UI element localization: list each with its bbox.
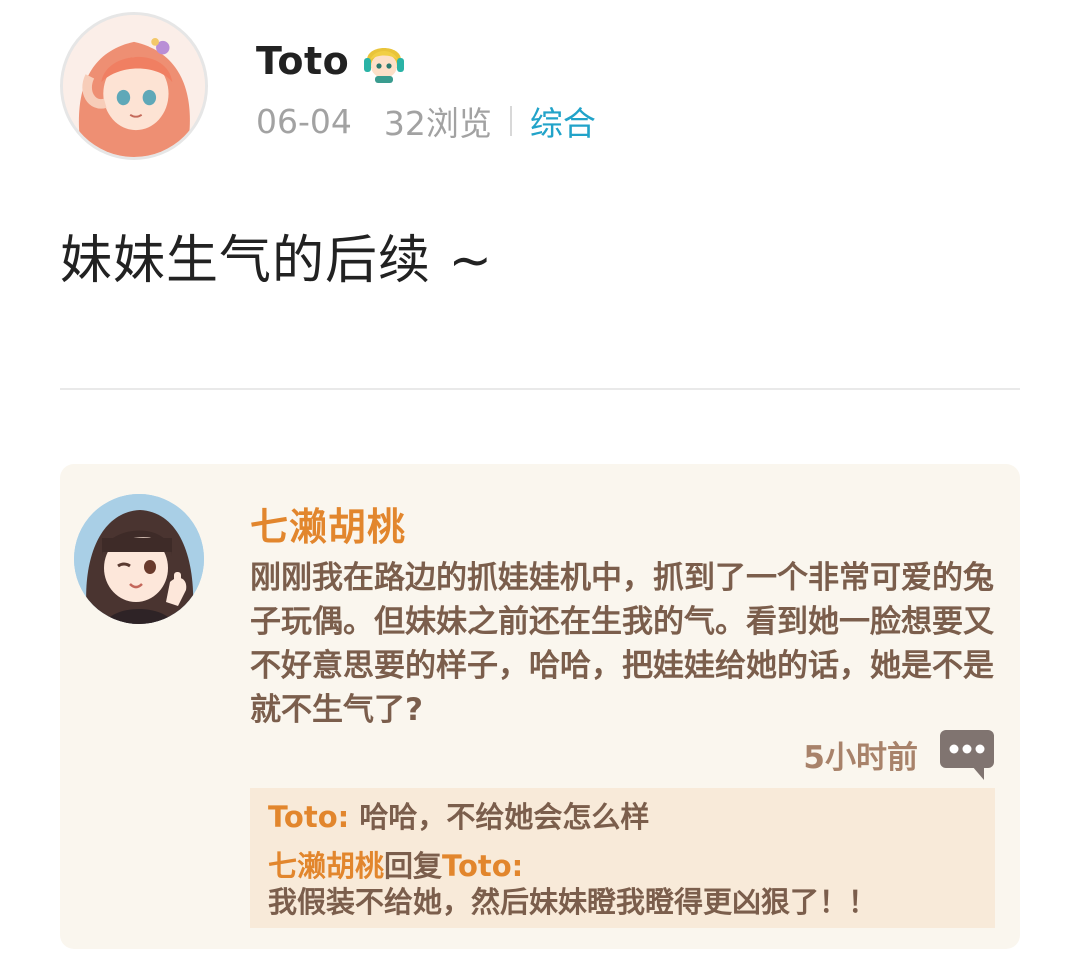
reply-text: 我假装不给她，然后妹妹瞪我瞪得更凶狠了！！: [268, 885, 878, 919]
author-row: Toto: [256, 36, 407, 86]
reply-box: Toto: 哈哈，不给她会怎么样 七濑胡桃回复Toto: 我假装不给她，然后妹妹瞪…: [250, 788, 995, 928]
post-date: 06-04: [256, 101, 352, 141]
reply-author: Toto:: [268, 800, 350, 834]
section-divider: [60, 388, 1020, 390]
post-title: 妹妹生气的后续 ~: [60, 231, 494, 291]
anime-girl-avatar-icon: [63, 15, 205, 157]
post-meta: 06-04 32浏览 综合: [256, 98, 596, 144]
reply-item: Toto: 哈哈，不给她会怎么样: [268, 794, 649, 836]
reply-item: 七濑胡桃回复Toto: 我假装不给她，然后妹妹瞪我瞪得更凶狠了！！: [268, 848, 877, 920]
reply-target: Toto:: [442, 849, 524, 883]
card-timestamp: 5小时前: [803, 740, 918, 776]
view-count: 32浏览: [383, 104, 492, 143]
author-avatar[interactable]: [60, 12, 208, 160]
reply-verb: 回复: [384, 849, 443, 883]
reply-text: 哈哈，不给她会怎么样: [349, 800, 650, 834]
card-username: 七濑胡桃: [250, 505, 407, 549]
card-message: 刚刚我在路边的抓娃娃机中，抓到了一个非常可爱的兔子玩偶。但妹妹之前还在生我的气。…: [250, 560, 994, 728]
author-name[interactable]: Toto: [256, 39, 349, 83]
comment-bubble-icon: [938, 728, 996, 782]
meta-divider: [509, 106, 512, 136]
chibi-character-badge-icon: [361, 38, 407, 84]
reply-author: 七濑胡桃: [268, 849, 385, 883]
post-page: Toto 06-04 32浏览 综合 妹妹生气的后续 ~ 七濑胡桃 刚刚我在路边…: [0, 0, 1065, 977]
anime-girl-wink-avatar-icon: [74, 494, 204, 624]
post-image-card[interactable]: 七濑胡桃 刚刚我在路边的抓娃娃机中，抓到了一个非常可爱的兔子玩偶。但妹妹之前还在…: [60, 464, 1020, 949]
category-link[interactable]: 综合: [530, 97, 596, 145]
card-avatar: [74, 494, 204, 624]
